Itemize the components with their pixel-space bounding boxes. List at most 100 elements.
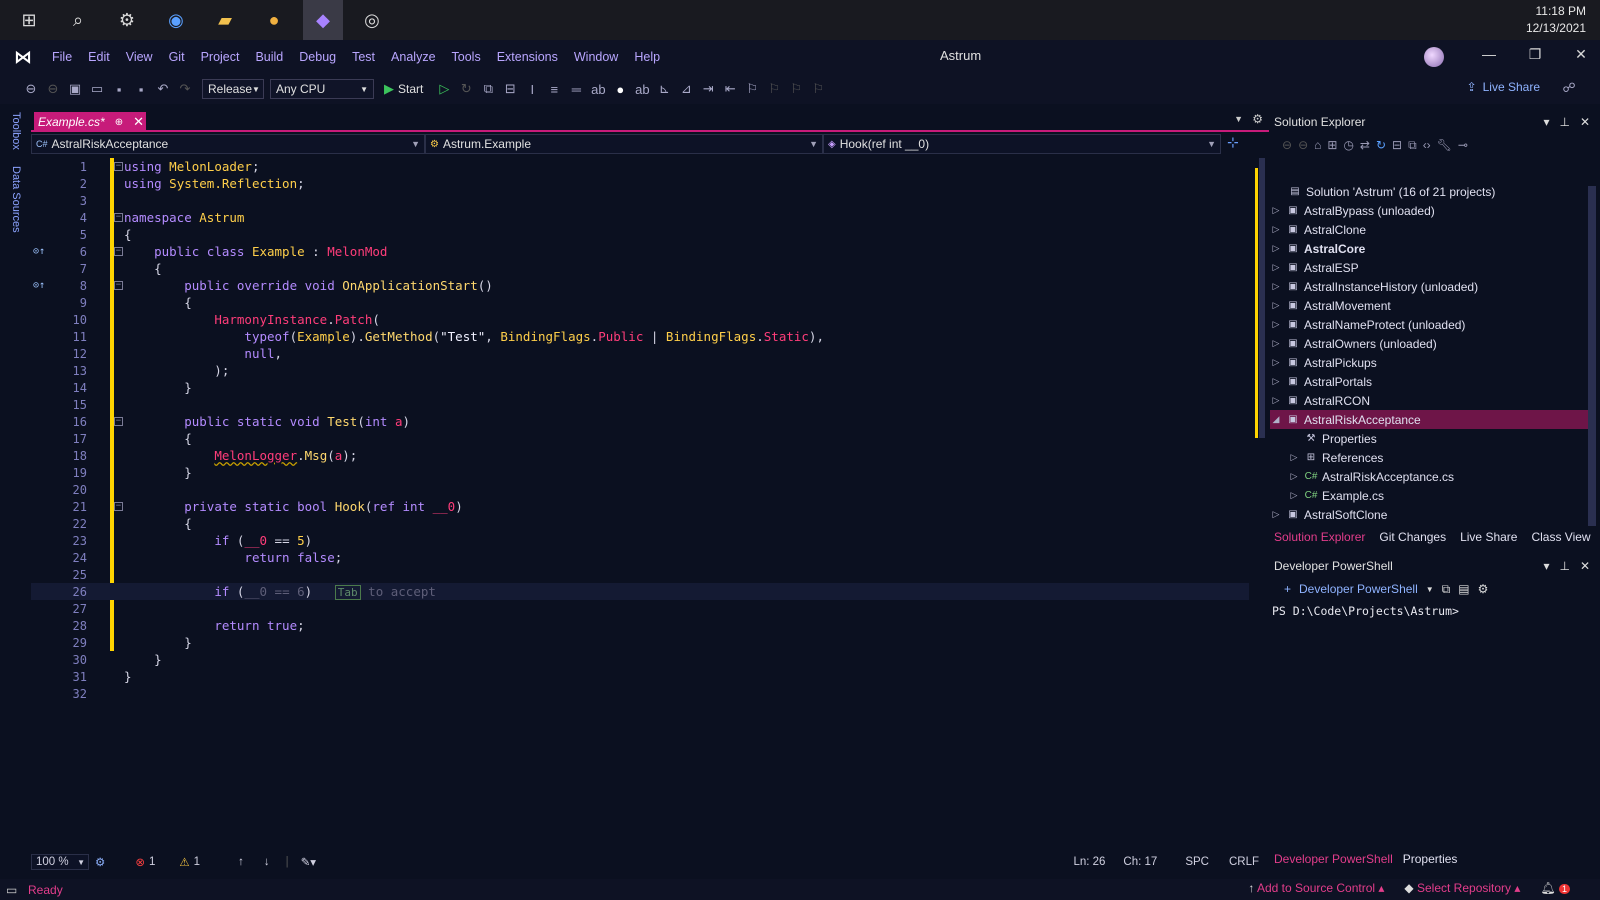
- tab-solution-explorer[interactable]: Solution Explorer: [1274, 530, 1365, 548]
- start-debugging-button[interactable]: ▶ Start: [384, 81, 423, 97]
- previous-issue-icon[interactable]: ↑: [238, 856, 244, 868]
- member-dropdown[interactable]: ◈ Hook(ref int __0) ▼: [823, 134, 1221, 154]
- tree-item[interactable]: ▷ ▣ AstralRCON: [1270, 391, 1590, 410]
- menu-test[interactable]: Test: [344, 50, 383, 64]
- uncomment-icon[interactable]: ⊿: [675, 81, 697, 97]
- bookmark-icon[interactable]: ⚐: [741, 81, 763, 97]
- distribute-icon[interactable]: ═: [565, 82, 587, 97]
- tree-item[interactable]: ▷ ▣ AstralOwners (unloaded): [1270, 334, 1590, 353]
- undo-icon[interactable]: ↶: [152, 81, 174, 97]
- tab-class-view[interactable]: Class View: [1531, 530, 1590, 548]
- back-icon[interactable]: ⊖: [1282, 138, 1292, 152]
- window-position-icon[interactable]: ▾: [1543, 559, 1549, 573]
- tree-item[interactable]: ▷ ▣ AstralESP: [1270, 258, 1590, 277]
- pending-changes-icon[interactable]: ◷: [1343, 138, 1353, 152]
- properties-icon[interactable]: 🔧︎: [1437, 138, 1452, 152]
- system-clock[interactable]: 11:18 PM 12/13/2021: [1526, 3, 1586, 37]
- menu-analyze[interactable]: Analyze: [383, 50, 443, 64]
- tree-item[interactable]: ▷ ▣ AstralMovement: [1270, 296, 1590, 315]
- browser-link-icon[interactable]: ⧉: [477, 81, 499, 97]
- next-issue-icon[interactable]: ↓: [264, 856, 270, 868]
- new-terminal-dropdown[interactable]: Developer PowerShell: [1299, 582, 1418, 596]
- warning-count[interactable]: 1: [194, 856, 200, 868]
- whitespace-indicator[interactable]: SPC: [1185, 856, 1209, 868]
- align-icon[interactable]: ≡: [543, 82, 565, 97]
- collapse-icon[interactable]: −: [114, 247, 123, 256]
- menu-debug[interactable]: Debug: [291, 50, 344, 64]
- add-terminal-icon[interactable]: +: [1284, 582, 1291, 596]
- column-indicator[interactable]: Ch: 17: [1123, 856, 1157, 868]
- regex-icon[interactable]: ab: [631, 82, 653, 97]
- settings-gear-icon[interactable]: ⚙: [1478, 582, 1489, 596]
- editor-vertical-scrollbar[interactable]: [1253, 158, 1267, 838]
- collapse-icon[interactable]: −: [114, 417, 123, 426]
- expand-icon[interactable]: ▷: [1270, 224, 1282, 235]
- firefox-icon[interactable]: ◉: [156, 0, 196, 40]
- format-icon[interactable]: ⊟: [499, 81, 521, 97]
- implementation-icon[interactable]: ⊙↑: [33, 246, 45, 257]
- obs-icon[interactable]: ◎: [352, 0, 392, 40]
- menu-view[interactable]: View: [118, 50, 161, 64]
- code-cleanup-icon[interactable]: ✎▾: [301, 855, 316, 869]
- restore-icon[interactable]: ❐: [1520, 46, 1550, 63]
- menu-file[interactable]: File: [44, 50, 80, 64]
- feedback-icon[interactable]: ☍: [1558, 80, 1580, 96]
- expand-icon[interactable]: ▷: [1270, 319, 1282, 330]
- close-window-icon[interactable]: ✕: [1566, 46, 1596, 63]
- close-panel-icon[interactable]: ✕: [1580, 115, 1590, 129]
- user-avatar[interactable]: [1424, 47, 1444, 67]
- tree-item[interactable]: ▷ ⊞ References: [1270, 448, 1590, 467]
- home-icon[interactable]: ⌂: [1314, 138, 1321, 152]
- expand-icon[interactable]: ▷: [1270, 395, 1282, 406]
- menu-extensions[interactable]: Extensions: [489, 50, 566, 64]
- menu-tools[interactable]: Tools: [444, 50, 489, 64]
- source-control-button[interactable]: ↑ Add to Source Control ▴: [1248, 881, 1384, 895]
- breakpoint-icon[interactable]: ●: [609, 82, 631, 97]
- project-dropdown[interactable]: C# AstralRiskAcceptance ▼: [31, 134, 425, 154]
- paste-icon[interactable]: ▤: [1458, 582, 1469, 596]
- tab-list-dropdown-icon[interactable]: ▼: [1234, 114, 1243, 124]
- expand-icon[interactable]: ▷: [1288, 490, 1300, 501]
- minimize-icon[interactable]: —: [1474, 46, 1504, 62]
- tree-item[interactable]: ▷ ▣ AstralClone: [1270, 220, 1590, 239]
- indent-icon[interactable]: ⇥: [697, 81, 719, 97]
- whole-word-icon[interactable]: ab: [587, 82, 609, 97]
- tree-item[interactable]: ▷ ▣ AstralSoftClone: [1270, 505, 1590, 524]
- tree-item[interactable]: ▷ ▣ AstralNameProtect (unloaded): [1270, 315, 1590, 334]
- tab-example-cs[interactable]: Example.cs* ⊕ ✕: [34, 112, 146, 132]
- menu-build[interactable]: Build: [247, 50, 291, 64]
- collapse-icon[interactable]: −: [114, 502, 123, 511]
- chevron-down-icon[interactable]: ▼: [1426, 585, 1434, 594]
- tree-item[interactable]: ▷ ▣ AstralBypass (unloaded): [1270, 201, 1590, 220]
- split-editor-icon[interactable]: ⊹: [1227, 134, 1239, 154]
- redo-icon[interactable]: ↷: [174, 81, 196, 97]
- steam-icon[interactable]: ⚙: [107, 0, 147, 40]
- pin-icon[interactable]: ⊕: [115, 117, 123, 128]
- menu-git[interactable]: Git: [161, 50, 193, 64]
- new-project-icon[interactable]: ▣: [64, 81, 86, 97]
- zoom-dropdown[interactable]: 100 % ▼: [31, 854, 89, 870]
- expand-icon[interactable]: ▷: [1270, 205, 1282, 216]
- live-share-button[interactable]: ⇪ Live Share: [1467, 80, 1540, 94]
- show-all-files-icon[interactable]: ⧉: [1408, 138, 1417, 153]
- pin-icon[interactable]: ⊥: [1559, 115, 1569, 129]
- clear-bookmarks-icon[interactable]: ⚐: [807, 81, 829, 97]
- tree-item[interactable]: ▷ ▣ AstralPortals: [1270, 372, 1590, 391]
- type-dropdown[interactable]: ⚙ Astrum.Example ▼: [425, 134, 823, 154]
- sync-icon[interactable]: ⇄: [1360, 138, 1370, 152]
- tab-developer-powershell[interactable]: Developer PowerShell: [1274, 852, 1393, 866]
- collapse-icon[interactable]: −: [114, 281, 123, 290]
- tab-git-changes[interactable]: Git Changes: [1379, 530, 1446, 548]
- open-folder-icon[interactable]: ▭: [86, 81, 108, 97]
- expand-icon[interactable]: ▷: [1288, 471, 1300, 482]
- expand-icon[interactable]: ▷: [1270, 357, 1282, 368]
- menu-window[interactable]: Window: [566, 50, 626, 64]
- expand-icon[interactable]: ▷: [1270, 300, 1282, 311]
- back-icon[interactable]: ⊖: [20, 81, 42, 97]
- visual-studio-icon[interactable]: ◆: [303, 0, 343, 40]
- code-area[interactable]: 1− using MelonLoader; 2 using System.Refle…: [31, 158, 1249, 838]
- expand-icon[interactable]: ▷: [1270, 338, 1282, 349]
- configuration-dropdown[interactable]: Release ▼: [202, 79, 264, 99]
- output-icon[interactable]: ▭: [6, 883, 17, 897]
- switch-views-icon[interactable]: ⊞: [1327, 138, 1337, 152]
